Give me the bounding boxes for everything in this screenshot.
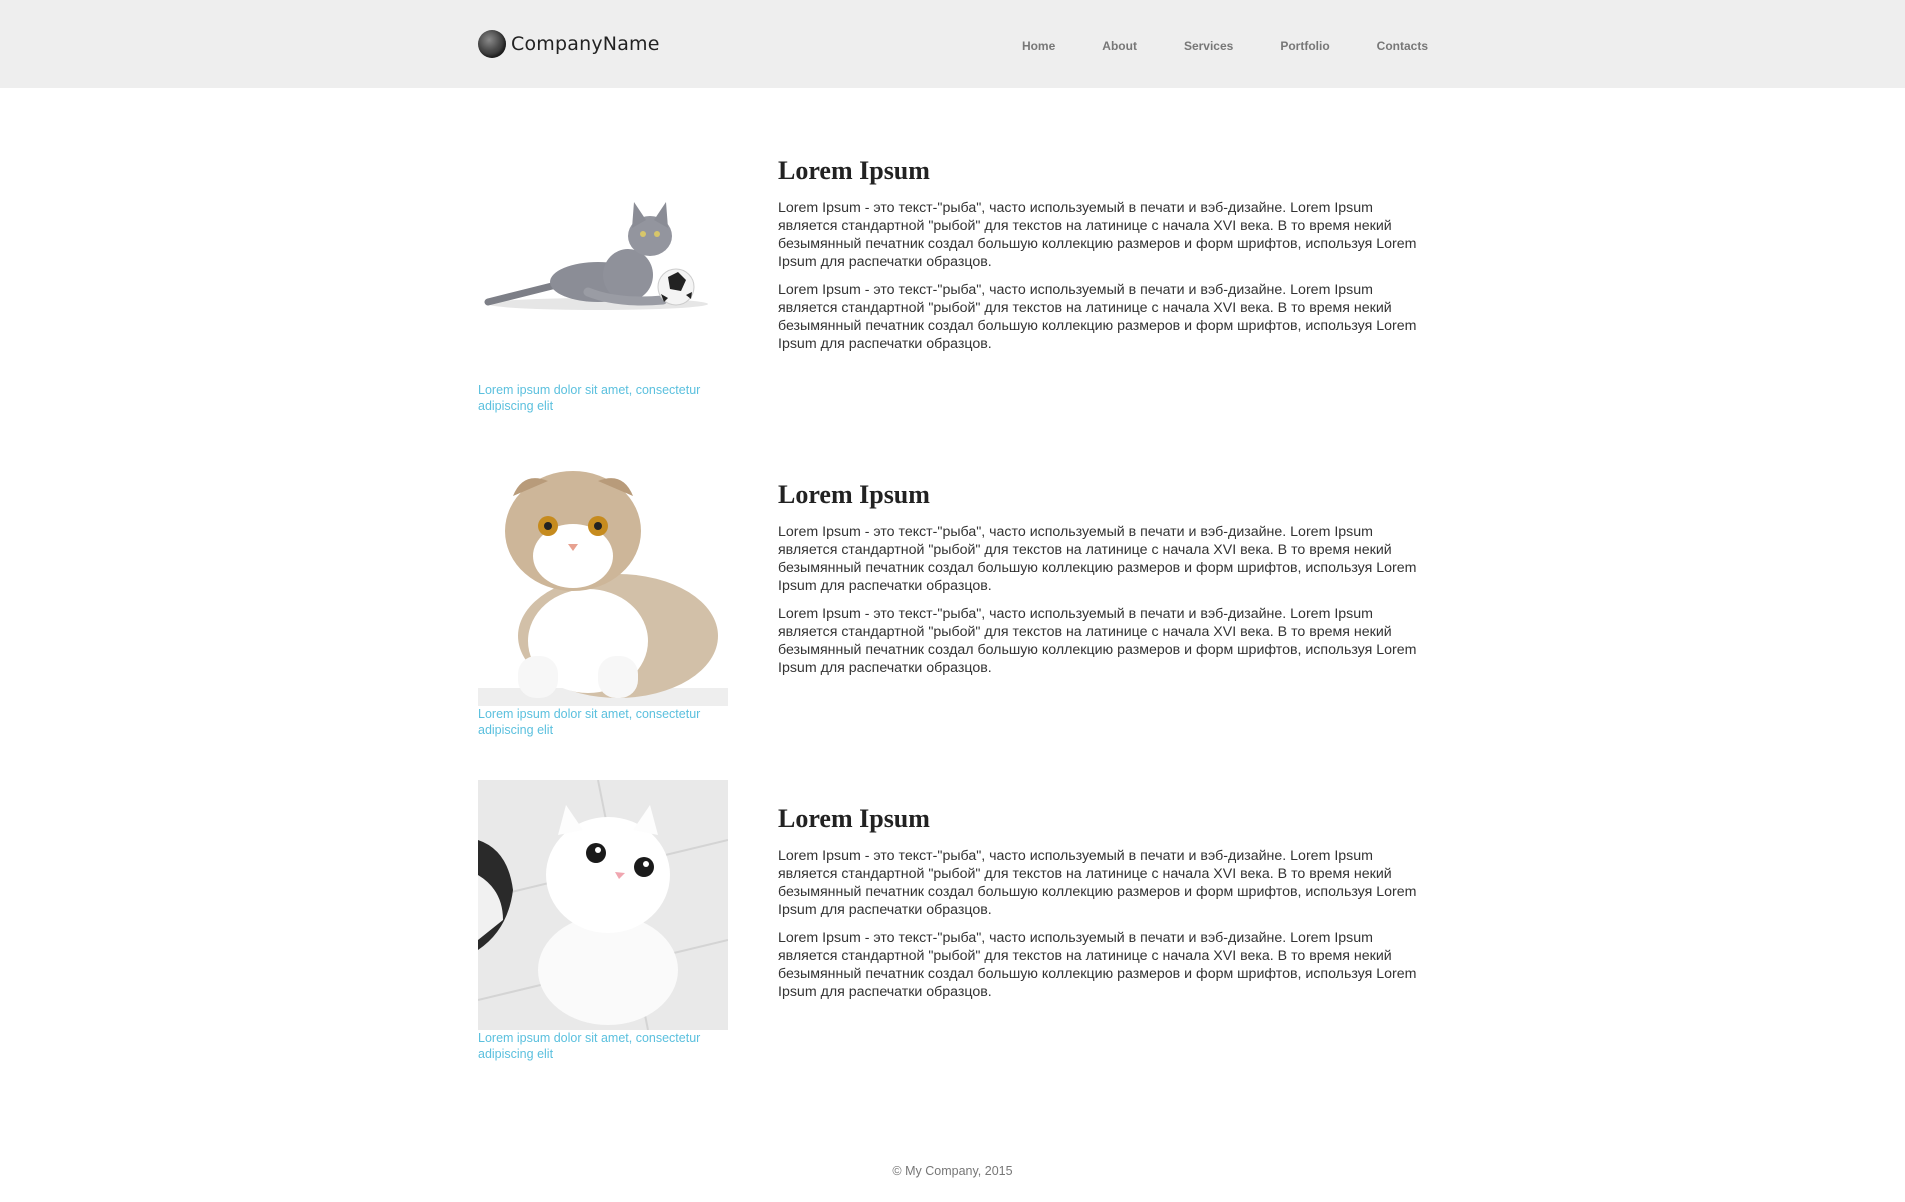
site-footer: © My Company, 2015 [0,1164,1905,1178]
nav-home[interactable]: Home [1022,38,1055,54]
article-paragraph: Lorem Ipsum - это текст-"рыба", часто ис… [778,930,1417,1000]
copyright-text: © My Company, 2015 [892,1164,1013,1178]
image-caption-link[interactable]: Lorem ipsum dolor sit amet, consectetur … [478,706,728,738]
article-paragraph: Lorem Ipsum - это текст-"рыба", часто ис… [778,200,1417,270]
white-persian-kitten-image[interactable] [478,780,728,1030]
nav-services[interactable]: Services [1184,38,1233,54]
article-block: Lorem Ipsum Lorem Ipsum - это текст-"рыб… [778,803,1428,1011]
logo-sphere-icon [478,30,506,58]
site-header: CompanyName Home About Services Portfoli… [0,0,1905,88]
article-paragraph: Lorem Ipsum - это текст-"рыба", часто ис… [778,848,1417,918]
company-logo-link[interactable]: CompanyName [478,29,660,59]
company-name: CompanyName [511,33,660,55]
nav-contacts[interactable]: Contacts [1377,38,1428,54]
article-title: Lorem Ipsum [778,480,930,509]
article-paragraph: Lorem Ipsum - это текст-"рыба", часто ис… [778,524,1417,594]
main-nav: Home About Services Portfolio Contacts [1022,38,1428,54]
article-block: Lorem Ipsum Lorem Ipsum - это текст-"рыб… [778,155,1428,363]
article-paragraph: Lorem Ipsum - это текст-"рыба", часто ис… [778,282,1417,352]
article-paragraph: Lorem Ipsum - это текст-"рыба", часто ис… [778,606,1417,676]
nav-portfolio[interactable]: Portfolio [1280,38,1329,54]
article-title: Lorem Ipsum [778,156,930,185]
article-title: Lorem Ipsum [778,804,930,833]
scottish-fold-cat-image[interactable] [478,456,728,706]
article-block: Lorem Ipsum Lorem Ipsum - это текст-"рыб… [778,479,1428,687]
image-caption-link[interactable]: Lorem ipsum dolor sit amet, consectetur … [478,382,728,414]
gray-kitten-image[interactable] [478,132,728,382]
image-caption-link[interactable]: Lorem ipsum dolor sit amet, consectetur … [478,1030,728,1062]
nav-about[interactable]: About [1102,38,1137,54]
